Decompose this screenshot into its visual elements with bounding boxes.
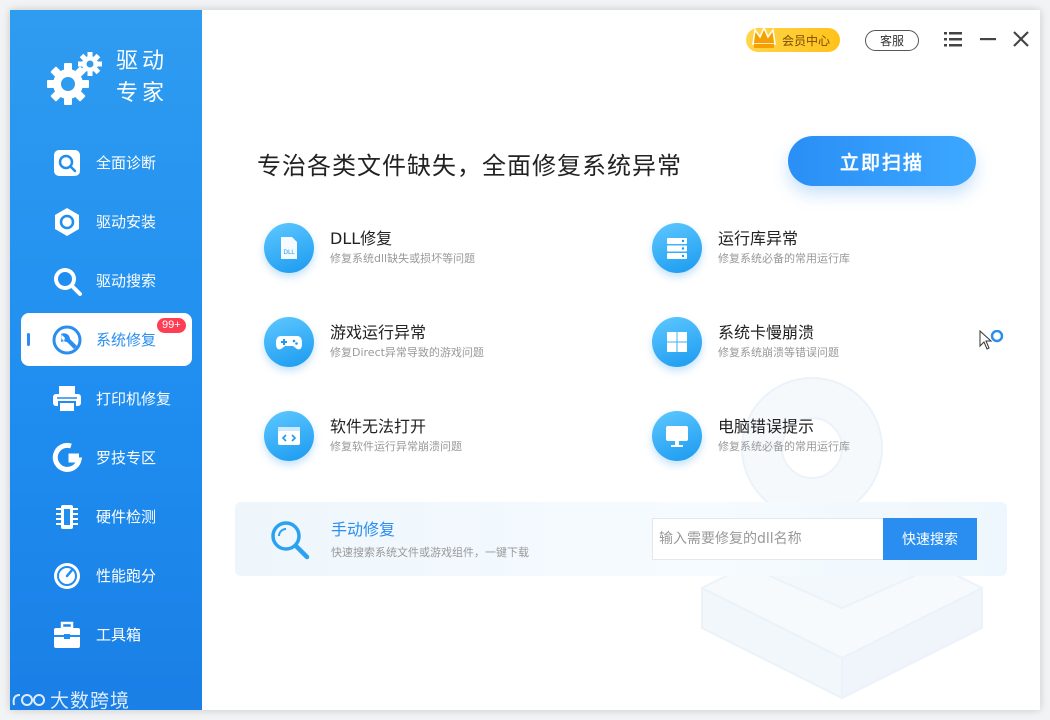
code-window-icon [264, 411, 314, 461]
feature-subtitle: 修复系统dll缺失或损坏等问题 [330, 252, 476, 265]
runtime-library-icon [652, 223, 702, 273]
sidebar: 驱动 专家 全面诊断 驱动安装 驱动搜索 系统修复 99+ 打印机修复 罗技专区… [10, 10, 202, 710]
customer-service-button[interactable]: 客服 [865, 30, 919, 51]
feature-game-error[interactable]: 游戏运行异常 修复Direct异常导致的游戏问题 [264, 314, 594, 370]
app-name: 驱动 专家 [116, 46, 168, 110]
logitech-icon [52, 442, 83, 472]
main-content: 专治各类文件缺失，全面修复系统异常 立即扫描 DLL DLL修复 修复系统dll… [202, 68, 1040, 710]
sidebar-item-logitech[interactable]: 罗技专区 [10, 431, 202, 484]
sidebar-item-label: 打印机修复 [96, 391, 172, 408]
feature-pc-error-prompt[interactable]: 电脑错误提示 修复系统必备的常用运行库 [652, 408, 982, 464]
gauge-icon [54, 562, 80, 589]
manual-repair-title: 手动修复 [331, 520, 396, 539]
app-name-line1: 驱动 [116, 49, 169, 74]
feature-dll-repair[interactable]: DLL DLL修复 修复系统dll缺失或损坏等问题 [264, 220, 594, 276]
loading-cursor-icon [979, 330, 1004, 350]
sidebar-item-toolbox[interactable]: 工具箱 [10, 608, 202, 661]
dll-name-input[interactable] [652, 518, 884, 560]
diagnose-icon [54, 149, 80, 176]
feature-title: 电脑错误提示 [718, 417, 815, 436]
feature-subtitle: 修复软件运行异常崩溃问题 [330, 440, 462, 453]
feature-system-slow-crash[interactable]: 系统卡慢崩溃 修复系统崩溃等错误问题 [652, 314, 982, 370]
gears-logo-icon [47, 52, 102, 105]
crown-icon [752, 26, 776, 48]
driver-install-icon [55, 207, 79, 236]
watermark-logo-icon [12, 693, 45, 706]
sidebar-item-label: 性能跑分 [96, 568, 157, 585]
svg-text:DLL: DLL [283, 249, 295, 256]
toolbox-icon [54, 621, 80, 648]
wrench-icon [52, 325, 82, 354]
notification-badge: 99+ [157, 318, 186, 333]
sidebar-item-label: 驱动安装 [96, 214, 157, 231]
manual-repair-subtitle: 快速搜索系统文件或游戏组件，一键下载 [331, 546, 529, 559]
monitor-icon [652, 411, 702, 461]
manual-repair-panel: 手动修复 快速搜索系统文件或游戏组件，一键下载 快速搜索 [235, 502, 1007, 576]
sidebar-item-driver-search[interactable]: 驱动搜索 [10, 254, 202, 307]
feature-title: 游戏运行异常 [330, 323, 427, 342]
title-bar: 会员中心 客服 [202, 10, 1040, 68]
watermark-text: 大数跨境 [50, 690, 131, 710]
sidebar-item-label: 工具箱 [96, 627, 142, 644]
feature-runtime-library[interactable]: 运行库异常 修复系统必备的常用运行库 [652, 220, 982, 276]
feature-subtitle: 修复系统崩溃等错误问题 [718, 346, 839, 359]
sidebar-item-label: 硬件检测 [96, 509, 157, 526]
sidebar-item-label: 罗技专区 [96, 450, 157, 467]
sidebar-item-label: 系统修复 [96, 332, 157, 349]
feature-title: 运行库异常 [718, 229, 799, 248]
vip-label: 会员中心 [782, 33, 831, 48]
sidebar-item-performance[interactable]: 性能跑分 [10, 549, 202, 602]
feature-subtitle: 修复系统必备的常用运行库 [718, 440, 850, 453]
printer-icon [53, 385, 81, 413]
scan-now-button[interactable]: 立即扫描 [788, 136, 976, 186]
menu-icon[interactable] [942, 28, 964, 50]
page-headline: 专治各类文件缺失，全面修复系统异常 [257, 152, 682, 180]
dll-icon: DLL [264, 223, 314, 273]
windows-icon [652, 317, 702, 367]
quick-search-button[interactable]: 快速搜索 [883, 518, 977, 560]
search-icon [271, 521, 310, 560]
feature-title: 系统卡慢崩溃 [718, 323, 815, 342]
app-logo: 驱动 专家 [46, 44, 196, 114]
close-icon[interactable] [1010, 28, 1032, 50]
app-window: 驱动 专家 全面诊断 驱动安装 驱动搜索 系统修复 99+ 打印机修复 罗技专区… [10, 10, 1040, 710]
chip-icon [56, 504, 78, 529]
sidebar-item-full-diagnosis[interactable]: 全面诊断 [10, 136, 202, 189]
sidebar-nav: 全面诊断 驱动安装 驱动搜索 系统修复 99+ 打印机修复 罗技专区 硬件检测 … [10, 136, 202, 667]
feature-title: DLL修复 [330, 229, 393, 248]
sidebar-item-label: 全面诊断 [96, 155, 157, 172]
feature-subtitle: 修复Direct异常导致的游戏问题 [330, 346, 484, 359]
vip-center-button[interactable]: 会员中心 [746, 26, 840, 52]
sidebar-item-printer-repair[interactable]: 打印机修复 [10, 372, 202, 425]
minimize-icon[interactable] [977, 28, 999, 50]
driver-search-icon [54, 267, 82, 296]
feature-subtitle: 修复系统必备的常用运行库 [718, 252, 850, 265]
gamepad-icon [264, 317, 314, 367]
sidebar-item-system-repair[interactable]: 系统修复 99+ [21, 313, 192, 366]
app-name-line2: 专家 [116, 81, 169, 106]
feature-software-cannot-open[interactable]: 软件无法打开 修复软件运行异常崩溃问题 [264, 408, 594, 464]
sidebar-item-label: 驱动搜索 [96, 273, 157, 290]
watermark: 大数跨境 [10, 686, 130, 710]
feature-title: 软件无法打开 [330, 417, 427, 436]
sidebar-item-hardware-check[interactable]: 硬件检测 [10, 490, 202, 543]
sidebar-item-driver-install[interactable]: 驱动安装 [10, 195, 202, 248]
